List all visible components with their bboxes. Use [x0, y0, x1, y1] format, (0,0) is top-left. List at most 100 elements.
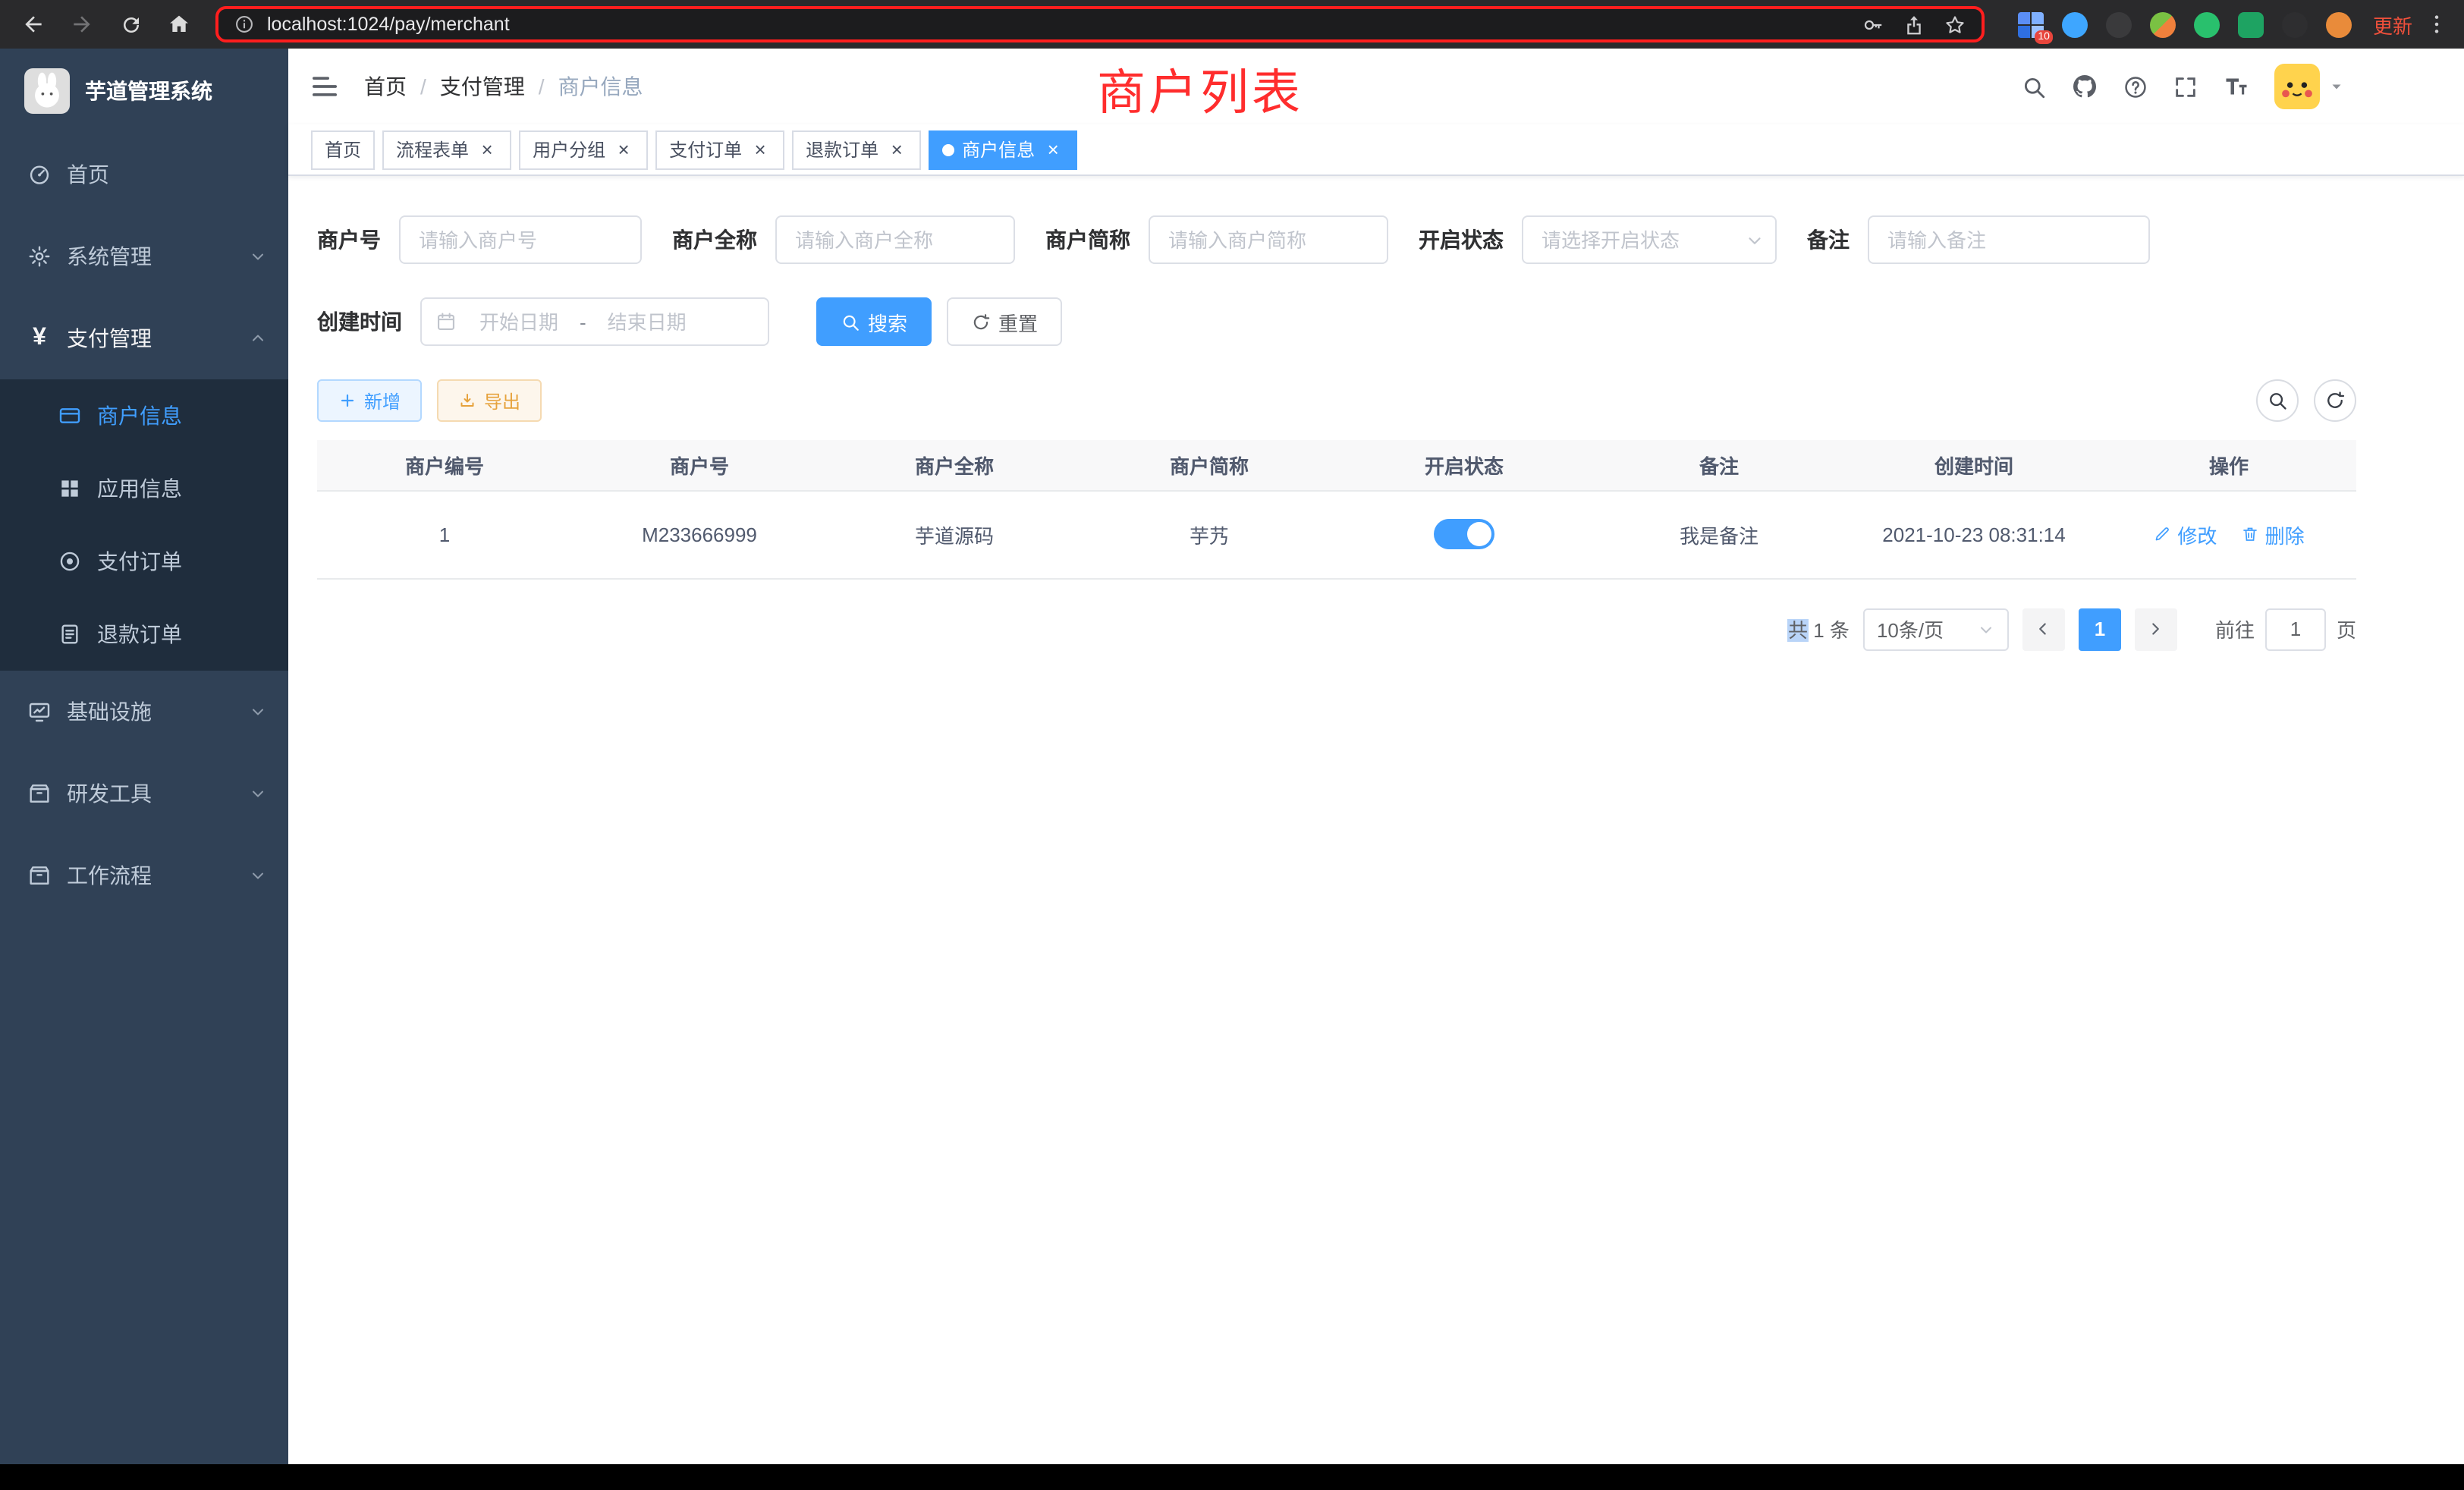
url-text: localhost:1024/pay/merchant — [267, 14, 510, 35]
sidebar-item-home[interactable]: 首页 — [0, 134, 288, 215]
delete-link[interactable]: 删除 — [2241, 520, 2305, 549]
page-size-select[interactable]: 10条/页 — [1863, 608, 2009, 650]
share-icon[interactable] — [1903, 13, 1925, 36]
password-key-icon[interactable] — [1862, 13, 1884, 36]
submenu-item-refund-order[interactable]: 退款订单 — [0, 598, 288, 671]
remark-input[interactable] — [1868, 215, 2150, 264]
submenu-item-label: 应用信息 — [97, 473, 182, 504]
app-grid-icon — [58, 476, 82, 501]
pagination: 共 1 条 10条/页 1 前往 页 — [317, 608, 2356, 650]
screen-bottom-strip — [0, 1464, 2464, 1490]
font-size-icon[interactable] — [2223, 73, 2250, 100]
payment-submenu: 商户信息 应用信息 支付订单 退款订单 — [0, 379, 288, 671]
tab-home[interactable]: 首页 — [311, 130, 375, 169]
status-select[interactable] — [1522, 215, 1777, 264]
help-icon[interactable] — [2123, 74, 2148, 99]
browser-extension-icon[interactable] — [2282, 11, 2308, 37]
tab-close-icon[interactable] — [476, 139, 498, 160]
short-name-input[interactable] — [1149, 215, 1388, 264]
edit-link[interactable]: 修改 — [2153, 520, 2217, 549]
chevron-left-icon — [2034, 619, 2054, 639]
user-avatar[interactable] — [2274, 64, 2346, 109]
start-date-input[interactable] — [463, 310, 575, 333]
browser-extension-icon[interactable]: 10 — [2018, 11, 2044, 37]
browser-extension-icon[interactable] — [2062, 11, 2088, 37]
github-icon[interactable] — [2071, 73, 2098, 100]
search-icon — [841, 312, 860, 332]
site-info-icon[interactable] — [234, 14, 255, 35]
create-time-label: 创建时间 — [317, 306, 420, 337]
browser-profile-avatar[interactable] — [2326, 11, 2352, 37]
tab-close-icon[interactable] — [1042, 139, 1064, 160]
toggle-search-button[interactable] — [2256, 379, 2299, 422]
column-header: 开启状态 — [1337, 440, 1592, 490]
refresh-icon — [971, 312, 991, 332]
tags-view: 首页 流程表单 用户分组 支付订单 退款订单 — [288, 124, 2464, 176]
submenu-item-app-info[interactable]: 应用信息 — [0, 452, 288, 525]
tab-process-form[interactable]: 流程表单 — [382, 130, 511, 169]
submenu-item-merchant-info[interactable]: 商户信息 — [0, 379, 288, 452]
sidebar-item-system[interactable]: 系统管理 — [0, 215, 288, 297]
table-row: 1 M233666999 芋道源码 芋艿 我是备注 2021-10-23 08:… — [317, 490, 2356, 578]
sidebar-logo[interactable]: 芋道管理系统 — [0, 49, 288, 134]
browser-extension-icon[interactable] — [2150, 11, 2176, 37]
browser-back-button[interactable] — [15, 6, 52, 42]
browser-extension-icon[interactable] — [2238, 11, 2264, 37]
search-button[interactable]: 搜索 — [816, 297, 932, 346]
browser-extension-icon[interactable] — [2194, 11, 2220, 37]
date-range-picker[interactable]: - — [420, 297, 769, 346]
browser-home-button[interactable] — [161, 6, 197, 42]
tab-refund-order[interactable]: 退款订单 — [792, 130, 921, 169]
refresh-table-button[interactable] — [2314, 379, 2356, 422]
status-select-input[interactable] — [1523, 217, 1775, 262]
page-number-button[interactable]: 1 — [2079, 608, 2121, 650]
reset-button[interactable]: 重置 — [947, 297, 1062, 346]
tab-close-icon[interactable] — [613, 139, 634, 160]
sidebar-item-infrastructure[interactable]: 基础设施 — [0, 671, 288, 753]
refund-order-icon — [58, 622, 82, 646]
breadcrumb-item[interactable]: 支付管理 — [440, 71, 525, 102]
search-icon[interactable] — [2021, 74, 2047, 99]
goto-page-input[interactable] — [2265, 608, 2326, 650]
sidebar-item-workflow[interactable]: 工作流程 — [0, 835, 288, 916]
bookmark-star-icon[interactable] — [1944, 13, 1966, 36]
column-header: 商户编号 — [317, 440, 572, 490]
export-button[interactable]: 导出 — [437, 379, 542, 422]
tab-merchant-info[interactable]: 商户信息 — [929, 130, 1077, 169]
end-date-input[interactable] — [591, 310, 703, 333]
browser-menu-icon[interactable] — [2425, 12, 2449, 36]
tab-close-icon[interactable] — [886, 139, 907, 160]
full-name-input[interactable] — [775, 215, 1015, 264]
app-header: 首页 / 支付管理 / 商户信息 — [288, 49, 2464, 124]
add-button[interactable]: 新增 — [317, 379, 422, 422]
caret-down-icon — [2327, 77, 2346, 96]
browser-extension-icon[interactable] — [2106, 11, 2132, 37]
workflow-box-icon — [27, 863, 52, 888]
sidebar: 芋道管理系统 首页 系统管理 ¥ 支付管理 商户信息 — [0, 49, 288, 1490]
filter-remark: 备注 — [1807, 215, 2150, 264]
tab-pay-order[interactable]: 支付订单 — [655, 130, 784, 169]
submenu-item-label: 退款订单 — [97, 619, 182, 649]
prev-page-button[interactable] — [2022, 608, 2065, 650]
address-bar[interactable]: localhost:1024/pay/merchant — [215, 6, 1985, 42]
submenu-item-pay-order[interactable]: 支付订单 — [0, 525, 288, 598]
cell-short-name: 芋艿 — [1082, 490, 1337, 578]
browser-update-button[interactable]: 更新 — [2373, 10, 2412, 39]
merchant-no-input[interactable] — [399, 215, 642, 264]
browser-reload-button[interactable] — [112, 6, 149, 42]
next-page-button[interactable] — [2135, 608, 2177, 650]
hamburger-icon[interactable] — [310, 71, 340, 102]
cell-remark: 我是备注 — [1592, 490, 1846, 578]
tab-close-icon[interactable] — [750, 139, 771, 160]
sidebar-item-payment[interactable]: ¥ 支付管理 — [0, 297, 288, 379]
status-toggle[interactable] — [1434, 519, 1494, 549]
sidebar-item-dev-tools[interactable]: 研发工具 — [0, 753, 288, 835]
cell-create-time: 2021-10-23 08:31:14 — [1846, 490, 2101, 578]
fullscreen-icon[interactable] — [2173, 74, 2198, 99]
column-header: 商户全称 — [827, 440, 1082, 490]
merchant-table: 商户编号 商户号 商户全称 商户简称 开启状态 备注 创建时间 操作 1 — [317, 440, 2356, 579]
chevron-down-icon — [249, 703, 267, 721]
breadcrumb-item[interactable]: 首页 — [364, 71, 407, 102]
browser-forward-button[interactable] — [64, 6, 100, 42]
tab-user-group[interactable]: 用户分组 — [519, 130, 648, 169]
